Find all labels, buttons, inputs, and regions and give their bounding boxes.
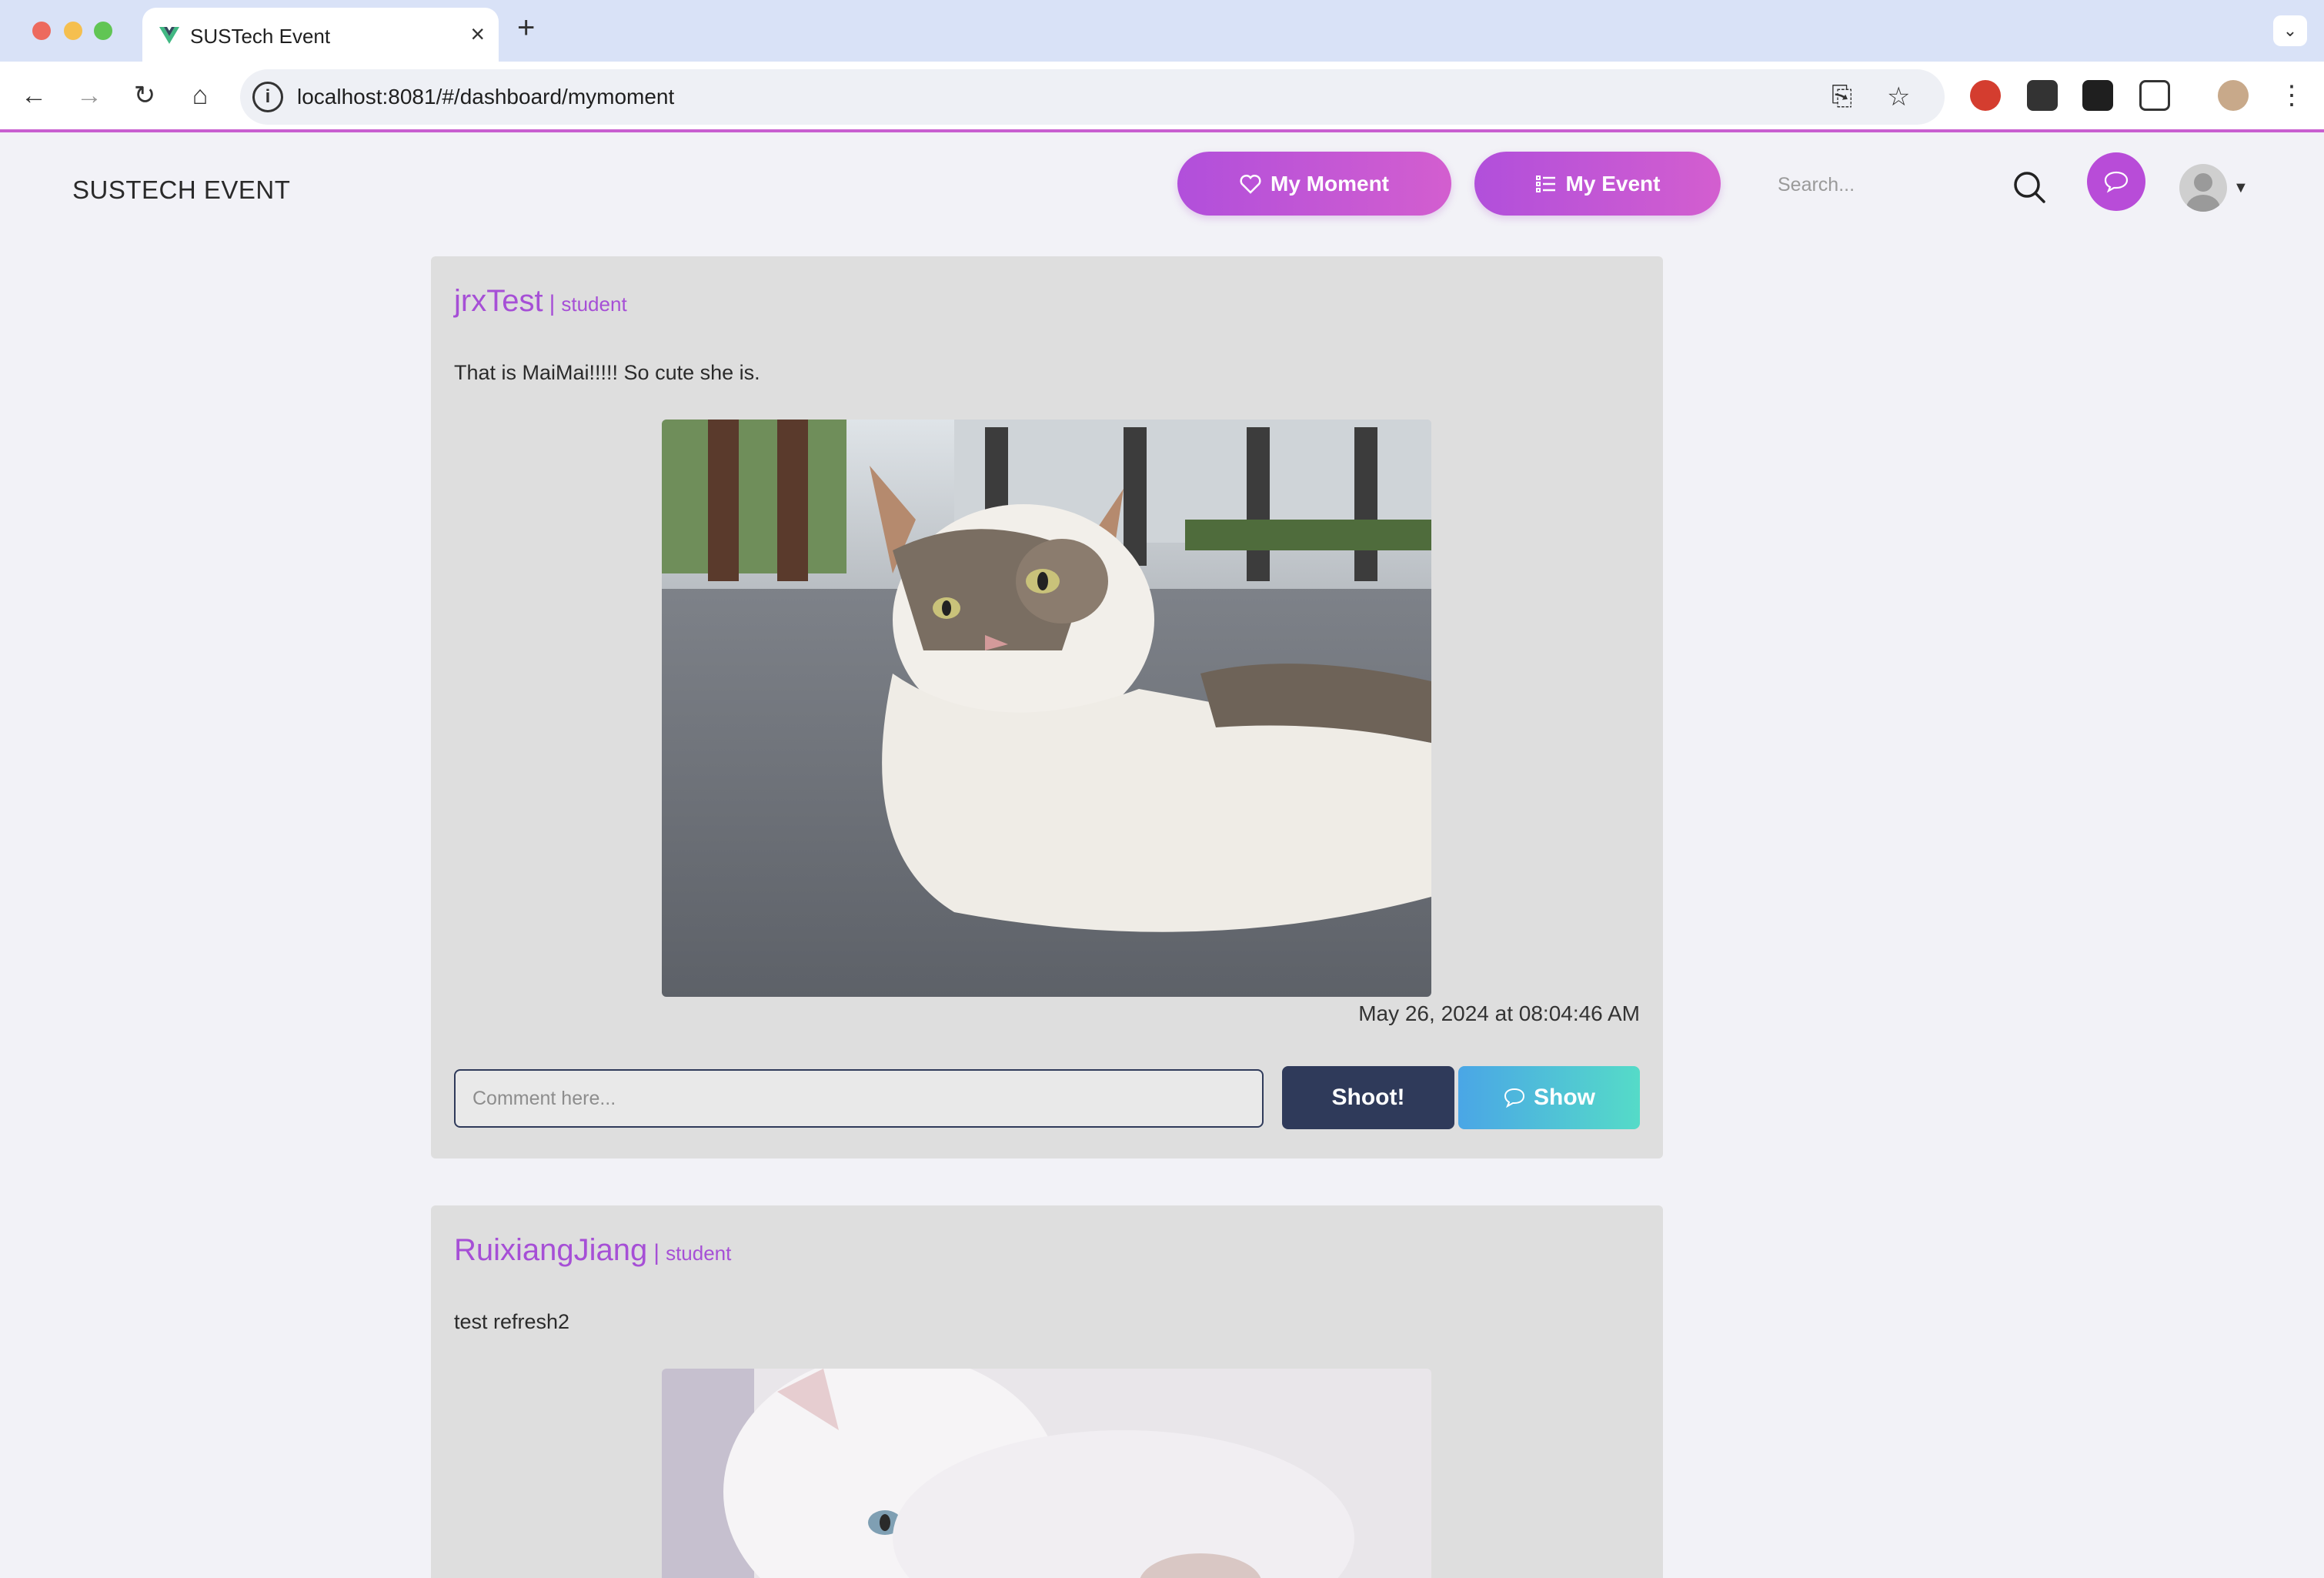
list-icon: [1535, 175, 1555, 192]
window-minimize-button[interactable]: [64, 22, 82, 40]
tab-close-icon[interactable]: ×: [470, 20, 485, 48]
forward-arrow-icon[interactable]: →: [72, 79, 106, 112]
my-moment-button[interactable]: My Moment: [1177, 152, 1451, 216]
author-separator: |: [653, 1240, 660, 1265]
author-role: student: [561, 293, 627, 316]
chat-bubble-icon: [2104, 171, 2129, 193]
show-comments-button[interactable]: Show: [1458, 1066, 1640, 1129]
search-input[interactable]: [1778, 165, 1978, 204]
moment-photo: [662, 420, 1431, 997]
moment-photo: [662, 1369, 1431, 1578]
cat-photo-illustration: [662, 420, 1431, 997]
white-cat-photo-illustration: [662, 1369, 1431, 1578]
site-info-icon[interactable]: i: [252, 82, 283, 112]
moment-card: RuixiangJiang | student test refresh2: [431, 1205, 1663, 1578]
browser-tab-bar: SUSTech Event × + ⌄: [0, 0, 2324, 62]
tab-search-chevron-icon[interactable]: ⌄: [2273, 15, 2307, 46]
author-name[interactable]: RuixiangJiang: [454, 1233, 647, 1268]
author-line: RuixiangJiang | student: [454, 1233, 731, 1268]
shoot-button[interactable]: Shoot!: [1282, 1066, 1454, 1129]
extensions-puzzle-icon[interactable]: [2139, 80, 2170, 111]
window-zoom-button[interactable]: [94, 22, 112, 40]
moment-timestamp: May 26, 2024 at 08:04:46 AM: [1358, 1001, 1640, 1025]
browser-menu-icon[interactable]: ⋮: [2275, 79, 2309, 112]
extension-dark-icon[interactable]: [2082, 80, 2113, 111]
window-close-button[interactable]: [32, 22, 51, 40]
my-moment-label: My Moment: [1271, 171, 1389, 196]
user-silhouette-icon: [2186, 173, 2220, 212]
extension-red-icon[interactable]: [1970, 80, 2001, 111]
tab-title: SUSTech Event: [190, 25, 331, 48]
caret-down-icon[interactable]: ▼: [2233, 179, 2249, 197]
chat-bubble-icon: [1504, 1088, 1525, 1108]
author-role: student: [666, 1242, 732, 1265]
heart-icon: [1240, 174, 1261, 194]
author-line: jrxTest | student: [454, 284, 627, 319]
install-app-icon[interactable]: ⎘: [1831, 82, 1852, 112]
vue-logo-icon: [159, 27, 179, 44]
profile-avatar-icon[interactable]: [2218, 80, 2249, 111]
bookmark-star-icon[interactable]: ☆: [1887, 82, 1910, 112]
address-bar[interactable]: i localhost:8081/#/dashboard/mymoment ⎘ …: [240, 69, 1945, 125]
reload-icon[interactable]: ↻: [128, 79, 162, 112]
user-avatar[interactable]: [2179, 164, 2227, 212]
show-label: Show: [1534, 1085, 1595, 1110]
browser-tab[interactable]: SUSTech Event ×: [142, 8, 499, 62]
extension-counter-icon[interactable]: [2027, 80, 2058, 111]
author-separator: |: [549, 291, 556, 316]
my-event-label: My Event: [1565, 171, 1661, 196]
author-name[interactable]: jrxTest: [454, 284, 543, 319]
my-event-button[interactable]: My Event: [1474, 152, 1721, 216]
search-icon[interactable]: [2012, 169, 2047, 205]
shoot-label: Shoot!: [1331, 1085, 1405, 1110]
moment-text: test refresh2: [454, 1310, 570, 1333]
home-icon[interactable]: ⌂: [183, 79, 217, 112]
back-arrow-icon[interactable]: ←: [17, 79, 51, 112]
new-tab-icon[interactable]: +: [517, 11, 535, 45]
chat-button[interactable]: [2087, 152, 2145, 211]
moment-text: That is MaiMai!!!!! So cute she is.: [454, 361, 760, 384]
moment-card: jrxTest | student That is MaiMai!!!!! So…: [431, 256, 1663, 1158]
brand-title[interactable]: SUSTECH EVENT: [72, 176, 290, 205]
url-text: localhost:8081/#/dashboard/mymoment: [297, 85, 675, 109]
comment-input[interactable]: [454, 1069, 1264, 1128]
